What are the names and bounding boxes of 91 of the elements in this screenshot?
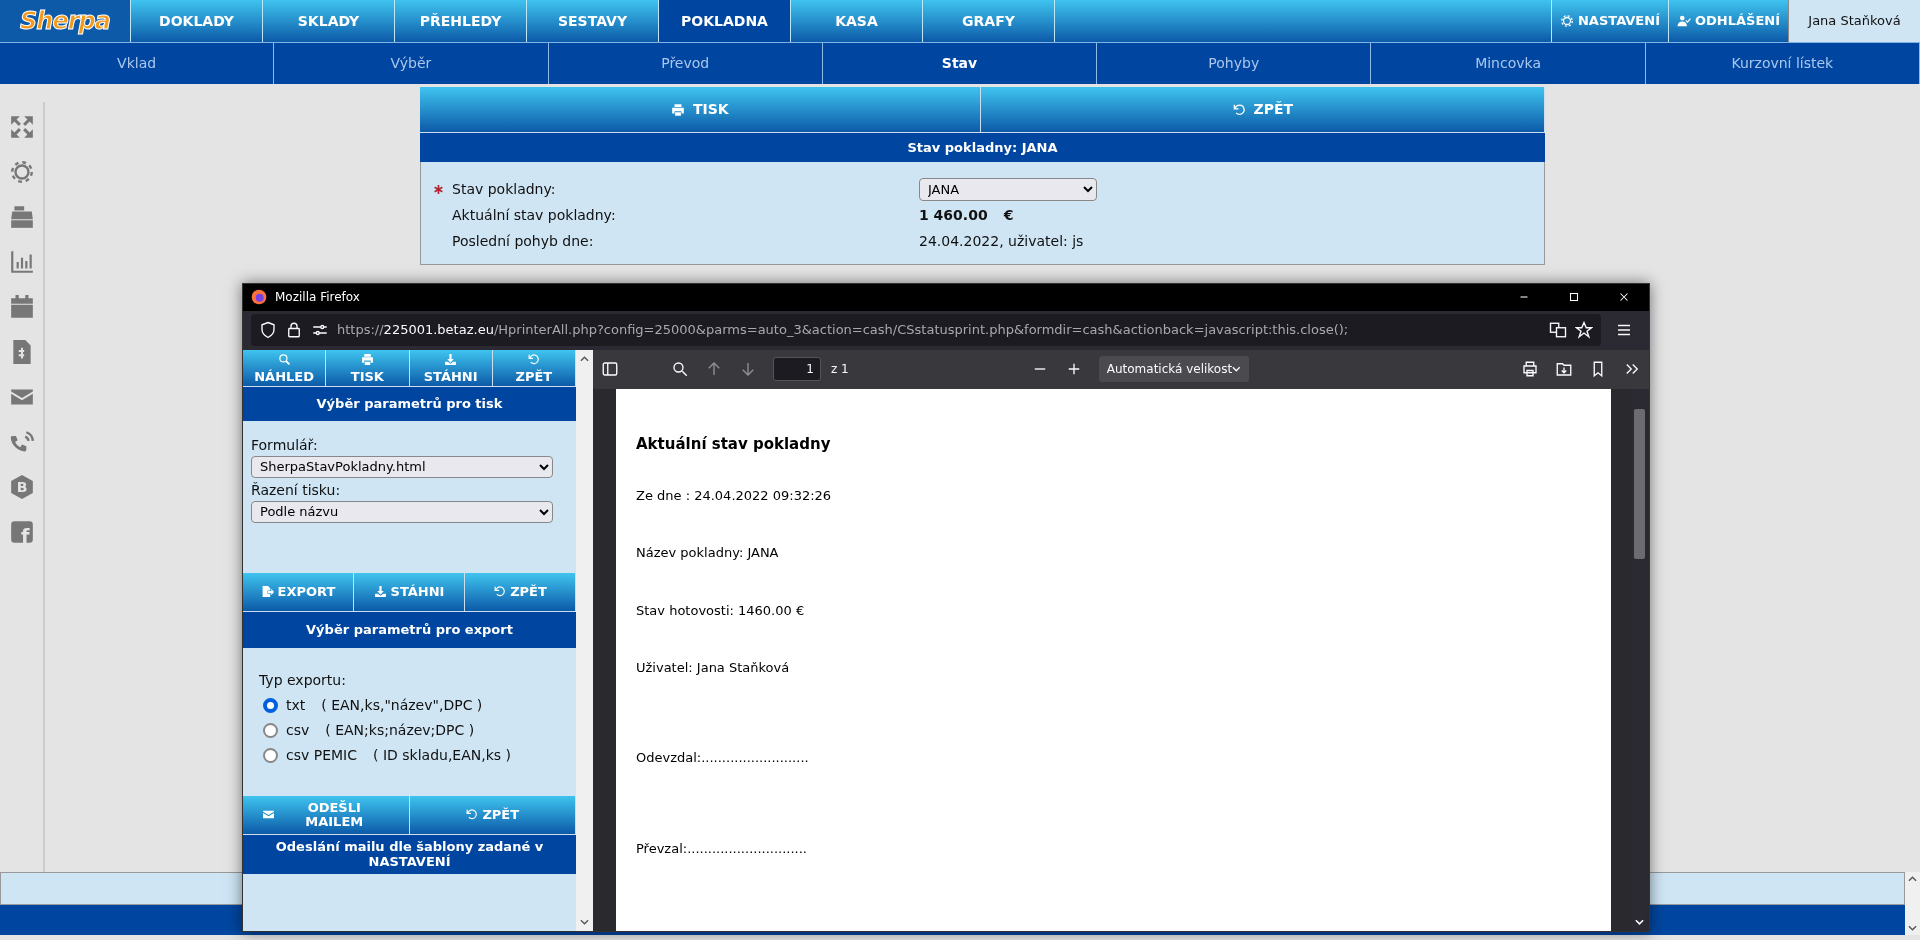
field-label: Stav pokladny: — [452, 180, 556, 197]
shield-icon[interactable] — [259, 321, 277, 340]
currency-symbol: € — [1003, 205, 1014, 225]
undo-icon — [1231, 102, 1246, 117]
document-text: Odevzdal:.......................... — [636, 749, 809, 765]
user-check-icon — [1676, 14, 1691, 28]
sidebar-toggle-icon[interactable] — [601, 360, 619, 379]
cash-register-icon[interactable] — [9, 204, 35, 230]
document-text: Stav hotovosti: 1460.00 € — [636, 602, 805, 618]
star-icon[interactable] — [1575, 321, 1593, 340]
radio-description: ( EAN,ks,"název",DPC ) — [321, 695, 483, 715]
caret-icon — [1232, 366, 1241, 373]
print-icon — [670, 102, 685, 117]
document-text: Název pokladny: JANA — [636, 545, 779, 561]
sub-nav-tab[interactable]: Kurzovní lístek — [1645, 43, 1920, 84]
field-label: Aktuální stav pokladny: — [452, 206, 616, 223]
frame-button[interactable]: STÁHNI — [409, 349, 493, 386]
field-label: Řazení tisku: — [251, 480, 341, 500]
zoom-dropdown[interactable]: Automatická velikost — [1098, 356, 1249, 383]
frame-button[interactable]: EXPORT — [243, 572, 354, 611]
page-number-field[interactable]: 1 — [773, 357, 821, 382]
save-icon[interactable] — [1555, 360, 1573, 379]
select-field[interactable]: SherpaStavPokladny.html — [251, 455, 553, 478]
expand-icon[interactable] — [9, 114, 35, 140]
field-label: Formulář: — [251, 435, 318, 455]
settings-icon — [1559, 14, 1574, 28]
undo-icon — [493, 585, 507, 599]
document-heading: Aktuální stav pokladny — [636, 435, 831, 454]
amount-value: 1 460.00 — [919, 205, 988, 225]
download-icon — [373, 585, 387, 599]
settings-icon[interactable] — [9, 159, 35, 185]
undo-icon — [527, 352, 541, 366]
panel-title: Stav pokladny: JANA — [420, 132, 1545, 162]
section-title: Odeslání mailu dle šablony zadané v NASTAVENÍ — [243, 833, 576, 874]
print-icon — [360, 352, 374, 366]
user-name: Jana Staňková — [1808, 12, 1901, 31]
lock-icon[interactable] — [285, 321, 303, 340]
field-value: 24.04.2022, uživatel: js — [919, 231, 1084, 251]
field-label: Typ exportu: — [259, 670, 346, 690]
frame-button[interactable]: ZPĚT — [465, 572, 576, 611]
frame-button[interactable]: ZPĚT — [492, 349, 576, 386]
radio-label: csv — [286, 720, 310, 740]
scroll-thumb[interactable] — [1634, 409, 1645, 560]
window-title: Mozilla Firefox — [275, 289, 360, 307]
field-label: Poslední pohyb dne: — [452, 232, 594, 249]
panel-button[interactable]: TISK — [420, 87, 981, 132]
document-text: Převzal:............................. — [636, 841, 807, 857]
section-title: Výběr parametrů pro tisk — [243, 385, 576, 421]
sub-nav-tab[interactable]: Stav — [822, 43, 1098, 84]
panel-button[interactable]: ZPĚT — [980, 87, 1545, 132]
scroll-up-icon[interactable] — [580, 355, 589, 362]
download-icon — [444, 352, 458, 366]
translate-icon[interactable] — [1549, 321, 1567, 340]
scroll-down-icon[interactable] — [580, 919, 589, 925]
frame-button[interactable]: ZPĚT — [409, 795, 576, 834]
sub-nav-tab[interactable]: Mincovka — [1371, 43, 1646, 84]
document-text: Ze dne : 24.04.2022 09:32:26 — [636, 487, 832, 503]
select-field[interactable]: Podle názvu — [251, 500, 553, 523]
section-title: Výběr parametrů pro export — [243, 610, 576, 648]
calendar-icon[interactable] — [9, 294, 35, 320]
phone-icon[interactable] — [9, 429, 35, 455]
scroll-up-icon[interactable] — [1908, 876, 1917, 882]
document-text: Uživatel: Jana Staňková — [636, 660, 790, 676]
sub-nav-tab[interactable]: Výběr — [274, 43, 549, 84]
radio-button[interactable] — [263, 722, 278, 738]
radio-button[interactable] — [263, 747, 278, 763]
frame-button[interactable]: NÁHLED — [243, 349, 327, 386]
page-count: z 1 — [831, 361, 849, 379]
select-field[interactable]: JANA — [919, 177, 1097, 201]
sub-nav-tab[interactable]: Vklad — [0, 43, 275, 84]
radio-description: ( EAN;ks;název;DPC ) — [325, 720, 475, 740]
radio-label: csv PEMIC — [286, 745, 357, 765]
frame-button[interactable]: TISK — [326, 349, 410, 386]
print-icon[interactable] — [1521, 360, 1539, 379]
frame-button[interactable]: ODEŠLI MAILEM — [243, 795, 410, 834]
radio-description: ( ID skladu,EAN,ks ) — [373, 745, 511, 765]
bar-chart-icon[interactable] — [9, 249, 35, 275]
search-icon[interactable] — [671, 360, 689, 379]
frame-button[interactable]: STÁHNI — [354, 572, 465, 611]
hexagon-letter-icon[interactable]: B — [9, 474, 35, 500]
square-letter-icon[interactable]: f — [9, 519, 35, 545]
sub-nav-tab[interactable]: Převod — [548, 43, 823, 84]
radio-label: txt — [286, 695, 306, 715]
nav-tab[interactable]: POKLADNA — [658, 0, 790, 42]
scroll-down-icon[interactable] — [1908, 925, 1917, 931]
export-icon — [260, 585, 274, 599]
search-icon — [277, 352, 291, 366]
undo-icon — [465, 808, 479, 822]
radio-button[interactable] — [263, 697, 278, 713]
browser-logo-icon — [251, 289, 267, 306]
sub-nav-tab[interactable]: Pohyby — [1097, 43, 1372, 84]
